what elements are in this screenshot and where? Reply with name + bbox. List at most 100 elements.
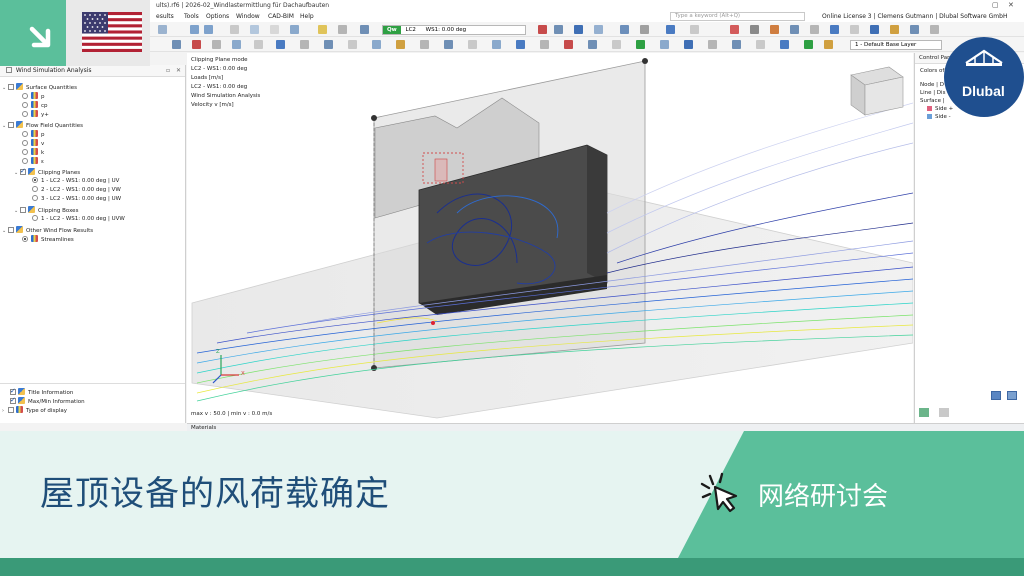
tree-streamlines[interactable]: Streamlines — [22, 235, 74, 244]
load-case-selector[interactable]: Qw LC2 WS1: 0.00 deg — [382, 25, 526, 35]
view-icon[interactable] — [190, 25, 199, 34]
search-input[interactable]: Type a keyword (Alt+Q) — [670, 12, 805, 21]
tree-type-of-display[interactable]: › Type of display — [2, 406, 67, 415]
plane-handle[interactable] — [371, 115, 377, 121]
tool-icon[interactable] — [420, 40, 429, 49]
tool-icon[interactable] — [890, 25, 899, 34]
menu-tools[interactable]: Tools — [184, 13, 199, 20]
tree-item-flow-k[interactable]: k — [22, 148, 44, 157]
result-icon[interactable] — [594, 25, 603, 34]
tool-icon[interactable] — [756, 40, 765, 49]
tool-icon[interactable] — [468, 40, 477, 49]
tree-item-flow-v[interactable]: v — [22, 139, 44, 148]
tree-clipping-planes[interactable]: ⌄Clipping Planes — [14, 167, 80, 177]
tree-other-wind-results[interactable]: ⌄ Other Wind Flow Results — [2, 226, 93, 235]
tool-icon[interactable] — [870, 25, 879, 34]
tool-icon[interactable] — [588, 40, 597, 49]
tool-icon[interactable] — [750, 25, 759, 34]
maximize-button[interactable]: ▢ — [992, 1, 999, 9]
tree-item-cp[interactable]: cp — [22, 101, 48, 110]
table-icon[interactable] — [230, 25, 239, 34]
view-icon[interactable] — [690, 25, 699, 34]
close-icon[interactable]: ✕ — [176, 65, 181, 77]
plane-handle[interactable] — [642, 58, 648, 64]
tree-clipping-plane-1[interactable]: 1 - LC2 - WS1: 0.00 deg | UV — [32, 177, 119, 186]
tool-icon[interactable] — [254, 40, 263, 49]
settings-icon[interactable] — [991, 391, 1001, 400]
tool-icon[interactable] — [660, 40, 669, 49]
tool-icon[interactable] — [564, 40, 573, 49]
tool-icon[interactable] — [770, 25, 779, 34]
tool-icon[interactable] — [684, 40, 693, 49]
tree-clipping-box-1[interactable]: 1 - LC2 - WS1: 0.00 deg | UVW — [32, 215, 125, 224]
tool-icon[interactable] — [232, 40, 241, 49]
tool-icon[interactable] — [338, 25, 347, 34]
tool-icon[interactable] — [396, 40, 405, 49]
cp-row-surface[interactable]: Surface | — [920, 97, 945, 105]
tree-title-information[interactable]: Title Information — [10, 387, 73, 397]
tool-icon[interactable] — [780, 40, 789, 49]
tool-icon[interactable] — [516, 40, 525, 49]
close-window-button[interactable]: ✕ — [1008, 1, 1014, 9]
view-icon[interactable] — [640, 25, 649, 34]
tree-clipping-plane-2[interactable]: 2 - LC2 - WS1: 0.00 deg | VW — [32, 186, 121, 195]
menu-cad-bim[interactable]: CAD-BIM — [268, 13, 294, 20]
result-icon[interactable] — [574, 25, 583, 34]
tab-list-icon[interactable] — [939, 408, 949, 417]
tool-icon[interactable] — [930, 25, 939, 34]
tree-flow-field-quantities[interactable]: ⌄ Flow Field Quantities — [2, 121, 83, 130]
tool-icon[interactable] — [708, 40, 717, 49]
load-icon[interactable] — [318, 25, 327, 34]
tool-icon[interactable] — [290, 25, 299, 34]
tool-icon[interactable] — [360, 25, 369, 34]
tool-icon[interactable] — [540, 40, 549, 49]
tool-icon[interactable] — [324, 40, 333, 49]
language-flag[interactable] — [66, 0, 150, 66]
tool-icon[interactable] — [730, 25, 739, 34]
view-icon[interactable] — [204, 25, 213, 34]
tool-icon[interactable] — [270, 25, 279, 34]
tool-icon[interactable] — [810, 25, 819, 34]
base-layer-selector[interactable]: 1 - Default Base Layer — [850, 40, 942, 50]
tool-icon[interactable] — [790, 25, 799, 34]
menu-help[interactable]: Help — [300, 13, 314, 20]
tree-item-p[interactable]: p — [22, 92, 45, 101]
tree-clipping-plane-3[interactable]: 3 - LC2 - WS1: 0.00 deg | UW — [32, 195, 121, 204]
tool-icon[interactable] — [300, 40, 309, 49]
tool-icon[interactable] — [276, 40, 285, 49]
undo-icon[interactable] — [158, 25, 167, 34]
result-icon[interactable] — [554, 25, 563, 34]
tree-item-flow-p[interactable]: p — [22, 130, 45, 139]
tool-icon[interactable] — [824, 40, 833, 49]
settings-icon[interactable] — [1007, 391, 1017, 400]
view-cube[interactable] — [850, 66, 904, 116]
tool-icon[interactable] — [804, 40, 813, 49]
tab-colors-icon[interactable] — [919, 408, 929, 417]
tool-icon[interactable] — [850, 25, 859, 34]
menu-options[interactable]: Options — [206, 13, 229, 20]
menu-results[interactable]: esults — [156, 13, 174, 20]
tool-icon[interactable] — [732, 40, 741, 49]
tool-icon[interactable] — [612, 40, 621, 49]
tree-surface-quantities[interactable]: ⌄ Surface Quantities — [2, 83, 77, 92]
pin-icon[interactable]: ▫ — [166, 65, 170, 77]
tool-icon[interactable] — [348, 40, 357, 49]
view-icon[interactable] — [666, 25, 675, 34]
model-icon[interactable] — [250, 25, 259, 34]
tool-icon[interactable] — [192, 40, 201, 49]
select-icon[interactable] — [172, 40, 181, 49]
result-icon[interactable] — [538, 25, 547, 34]
tree-item-flow-epsilon[interactable]: ε — [22, 157, 44, 166]
3d-viewport[interactable]: Clipping Plane mode LC2 - WS1: 0.00 deg … — [187, 53, 913, 423]
tool-icon[interactable] — [372, 40, 381, 49]
tool-icon[interactable] — [492, 40, 501, 49]
tree-maxmin-information[interactable]: Max/Min Information — [10, 396, 85, 406]
menu-window[interactable]: Window — [236, 13, 260, 20]
tool-icon[interactable] — [830, 25, 839, 34]
tree-item-yplus[interactable]: y+ — [22, 110, 49, 119]
tool-icon[interactable] — [212, 40, 221, 49]
tool-icon[interactable] — [636, 40, 645, 49]
tool-icon[interactable] — [444, 40, 453, 49]
view-icon[interactable] — [620, 25, 629, 34]
tree-clipping-boxes[interactable]: ⌄ Clipping Boxes — [14, 206, 78, 215]
